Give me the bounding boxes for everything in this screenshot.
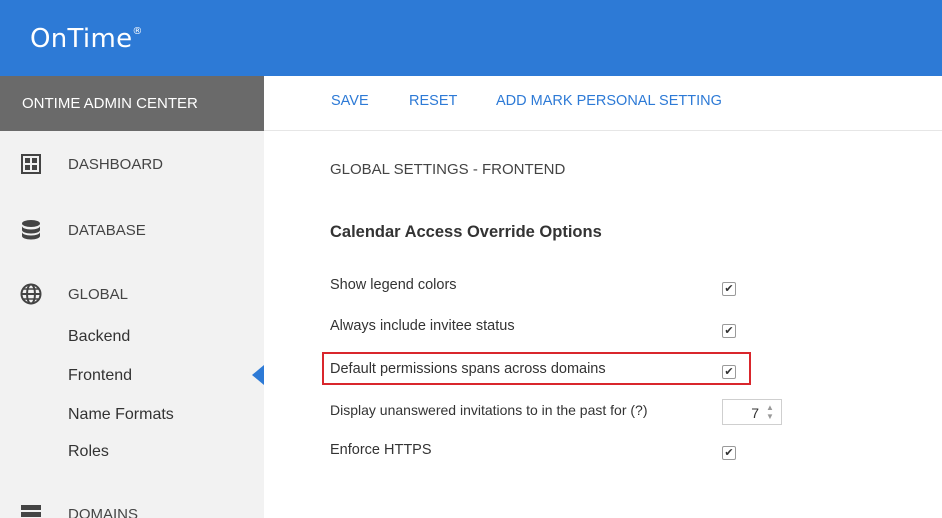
sidebar-item-label: DOMAINS bbox=[68, 505, 139, 518]
app-header: OnTime® bbox=[0, 0, 942, 76]
ontime-logo[interactable]: OnTime® bbox=[30, 24, 143, 54]
admin-center-header: ONTIME ADMIN CENTER bbox=[0, 76, 264, 131]
sidebar-subitem-roles[interactable]: Roles bbox=[68, 443, 109, 461]
sidebar-subitem-backend[interactable]: Backend bbox=[68, 328, 130, 346]
sidebar-item-database[interactable]: DATABASE bbox=[0, 210, 264, 250]
sidebar-subitem-frontend[interactable]: Frontend bbox=[68, 367, 132, 385]
trademark-symbol: ® bbox=[132, 26, 143, 37]
save-button[interactable]: SAVE bbox=[331, 93, 369, 109]
setting-label-unanswered-invitations: Display unanswered invitations to in the… bbox=[330, 402, 648, 418]
sidebar-item-global[interactable]: GLOBAL bbox=[0, 274, 264, 314]
database-icon bbox=[20, 219, 42, 241]
enforce-https-checkbox[interactable]: ✔ bbox=[722, 446, 736, 460]
sidebar-item-dashboard[interactable]: DASHBOARD bbox=[0, 144, 264, 184]
sidebar: ONTIME ADMIN CENTER DASHBOARD DATABASE G… bbox=[0, 76, 264, 518]
default-permissions-across-domains-checkbox[interactable]: ✔ bbox=[722, 365, 736, 379]
dashboard-icon bbox=[20, 153, 42, 175]
reset-button[interactable]: RESET bbox=[409, 93, 457, 109]
sidebar-item-label: DASHBOARD bbox=[68, 155, 164, 173]
toolbar: SAVE RESET ADD MARK PERSONAL SETTING bbox=[264, 76, 942, 131]
unanswered-invitations-days-stepper[interactable]: 7 ▲ ▼ bbox=[722, 399, 782, 425]
active-item-indicator bbox=[252, 365, 264, 385]
setting-label-enforce-https: Enforce HTTPS bbox=[330, 442, 432, 458]
sidebar-subitem-name-formats[interactable]: Name Formats bbox=[68, 406, 174, 424]
stepper-value: 7 bbox=[751, 405, 759, 421]
show-legend-colors-checkbox[interactable]: ✔ bbox=[722, 282, 736, 296]
sidebar-item-label: GLOBAL bbox=[68, 285, 129, 303]
setting-label-invitee-status: Always include invitee status bbox=[330, 318, 515, 334]
domains-icon bbox=[20, 503, 42, 518]
logo-text: OnTime bbox=[30, 24, 133, 54]
sidebar-item-domains[interactable]: DOMAINS bbox=[0, 494, 264, 518]
setting-label-show-legend-colors: Show legend colors bbox=[330, 277, 457, 293]
stepper-arrows-icon[interactable]: ▲ ▼ bbox=[764, 403, 776, 421]
page-title: GLOBAL SETTINGS - FRONTEND bbox=[330, 161, 566, 178]
section-title: Calendar Access Override Options bbox=[330, 223, 602, 241]
globe-icon bbox=[20, 283, 42, 305]
sidebar-item-label: DATABASE bbox=[68, 221, 146, 239]
add-mark-personal-setting-button[interactable]: ADD MARK PERSONAL SETTING bbox=[496, 93, 722, 109]
always-include-invitee-status-checkbox[interactable]: ✔ bbox=[722, 324, 736, 338]
setting-label-default-permissions: Default permissions spans across domains bbox=[330, 361, 606, 377]
